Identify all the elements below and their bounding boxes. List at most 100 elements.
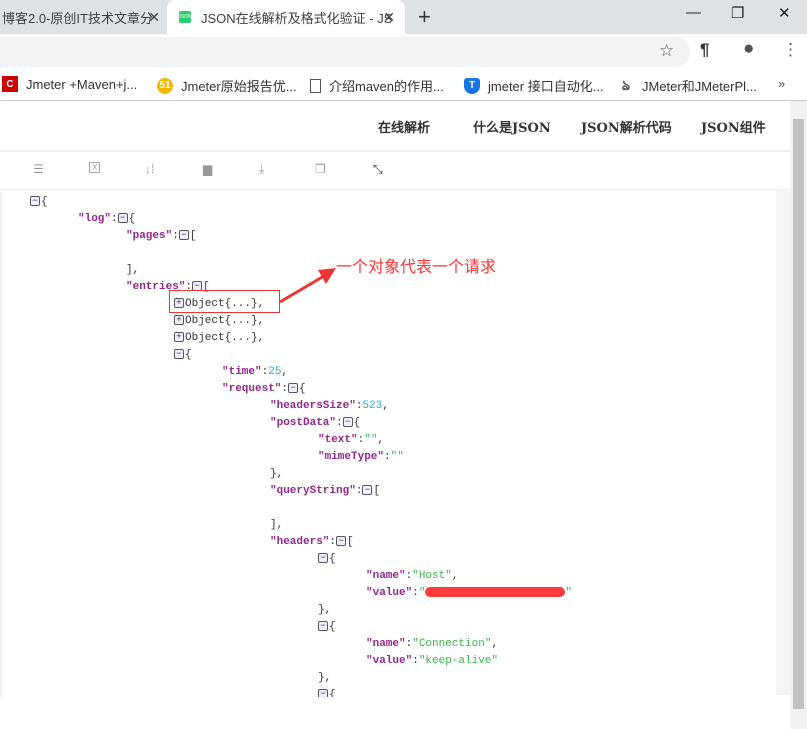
json-value: "keep-alive" (418, 655, 499, 667)
download-icon[interactable]: ⤓ (259, 162, 264, 177)
json-scrollbar[interactable] (776, 190, 790, 695)
viewer-toolbar: ☰ X ↓⁞ ▆ ⤓ ❐ ⤡ (0, 152, 790, 190)
json-value: 523 (362, 400, 383, 412)
address-bar[interactable] (0, 37, 690, 67)
json-punct: }, (318, 604, 332, 616)
collapse-icon[interactable]: − (318, 621, 328, 632)
nav-what-is-json[interactable]: 什么是JSON (473, 117, 551, 136)
sort-icon[interactable]: ↓⁞ (145, 162, 154, 176)
json-punct: [ (373, 485, 381, 497)
restore-button[interactable]: ❐ (731, 4, 744, 22)
nav-online-parse[interactable]: 在线解析 (378, 117, 430, 136)
tab-json[interactable]: JSON JSON在线解析及格式化验证 - JS ✕ (167, 0, 405, 34)
json-line: −{ (174, 347, 192, 364)
tab-bar: 博客2.0-原创IT技术文章分 ✕ JSON JSON在线解析及格式化验证 - JS… (0, 0, 807, 34)
json-punct: , (377, 434, 385, 446)
expand-icon[interactable]: + (174, 315, 184, 326)
json-punct: { (329, 621, 336, 633)
json-line: "text":"", (318, 432, 384, 449)
collapse-icon[interactable]: − (117, 213, 128, 224)
json-value: "" (390, 451, 404, 463)
json-colon: : (336, 417, 343, 429)
json-line: −{ (30, 194, 48, 211)
new-tab-button[interactable]: + (418, 4, 431, 30)
json-line: + Object{...}, (174, 313, 264, 330)
bookmark-item[interactable]: 介绍maven的作用... (310, 76, 444, 95)
json-key: "text" (318, 434, 358, 446)
tab-blog[interactable]: 博客2.0-原创IT技术文章分 ✕ (0, 0, 170, 34)
collapse-icon[interactable]: − (174, 349, 184, 360)
collapse-icon[interactable]: − (178, 230, 189, 241)
annotation-arrow-icon (279, 268, 336, 304)
shield-icon: T (464, 77, 480, 94)
bookmarks-bar: C Jmeter +Maven+j... 51 Jmeter原始报告优... 介绍m… (0, 70, 807, 101)
json-punct: { (353, 417, 361, 429)
close-window-button[interactable]: ✕ (778, 4, 791, 22)
json-colon: : (384, 451, 391, 463)
profile-avatar-icon[interactable]: ● (743, 38, 754, 60)
json-line: "request": −{ (222, 381, 306, 398)
bookmark-star-icon[interactable]: ☆ (659, 41, 674, 61)
json-value: " (565, 587, 573, 599)
highlight-box (169, 290, 280, 313)
json-key: "queryString" (270, 485, 356, 497)
collapse-icon[interactable]: − (362, 485, 373, 496)
minimize-button[interactable]: — (686, 4, 701, 21)
json-line: ], (270, 517, 283, 534)
collapse-icon[interactable]: − (318, 689, 328, 697)
tab-title: JSON在线解析及格式化验证 - JS (201, 10, 393, 26)
json-line: "name":"Host", (366, 568, 458, 585)
json-punct: , (491, 638, 499, 650)
json-key: "headers" (270, 536, 330, 548)
json-line: "log": −{ (78, 211, 135, 228)
collapse-icon[interactable]: − (288, 383, 299, 394)
copy-icon[interactable]: ❐ (315, 162, 326, 176)
nav-json-components[interactable]: JSON组件 (701, 117, 766, 136)
scrollbar-thumb[interactable] (793, 119, 804, 709)
close-tab-icon[interactable]: ✕ (383, 9, 395, 26)
collapse-icon[interactable]: − (30, 196, 40, 207)
excel-icon[interactable]: X (89, 162, 101, 173)
nav-json-code[interactable]: JSON解析代码 (581, 117, 672, 136)
json-key: "value" (366, 587, 413, 599)
collapse-icon[interactable]: − (318, 553, 328, 564)
json-punct: , (451, 570, 459, 582)
json-colon: : (329, 536, 337, 548)
json-key: "request" (222, 383, 282, 395)
compress-icon[interactable]: ⤡ (373, 162, 383, 177)
json-colon: : (281, 383, 289, 395)
json-colon: : (111, 213, 118, 225)
json-favicon-icon: JSON (178, 11, 192, 23)
json-punct: { (299, 383, 306, 395)
bookmark-item[interactable]: C Jmeter +Maven+j... (2, 76, 137, 92)
json-line: }, (270, 466, 283, 483)
collapse-icon[interactable]: − (336, 536, 347, 547)
json-line: }, (318, 670, 331, 687)
close-tab-icon[interactable]: ✕ (148, 9, 160, 26)
json-value: 25 (268, 366, 282, 378)
collapse-icon[interactable]: − (342, 417, 353, 428)
feather-icon: ঌ (621, 76, 631, 93)
json-punct: ], (126, 264, 140, 276)
json-value: " (418, 587, 426, 599)
extension-pilcrow-icon[interactable]: ¶ (700, 40, 709, 60)
bookmark-item[interactable]: Tjmeter 接口自动化... (464, 76, 604, 95)
bookmark-item[interactable]: 51 Jmeter原始报告优... (157, 76, 297, 95)
json-key: "time" (222, 366, 262, 378)
more-bookmarks-button[interactable]: » (778, 76, 785, 91)
menu-kebab-icon[interactable]: ⋮ (782, 40, 799, 60)
bookmark-item[interactable]: ঌ JMeter和JMeterPl... (618, 76, 757, 95)
json-line: "time":25, (222, 364, 288, 381)
database-icon[interactable]: ☰ (33, 162, 44, 176)
json-punct: Object{...}, (185, 315, 265, 327)
json-key: "headersSize" (270, 400, 356, 412)
page-scrollbar[interactable] (790, 101, 807, 729)
json-punct: }, (270, 468, 284, 480)
json-punct: , (382, 400, 389, 412)
json-line: "pages": −[ (126, 228, 196, 245)
expand-icon[interactable]: + (174, 332, 184, 343)
json-line: −{ (318, 687, 336, 697)
json-punct: }, (318, 672, 332, 684)
trash-icon[interactable]: ▆ (203, 162, 212, 176)
json-key: "value" (366, 655, 413, 667)
